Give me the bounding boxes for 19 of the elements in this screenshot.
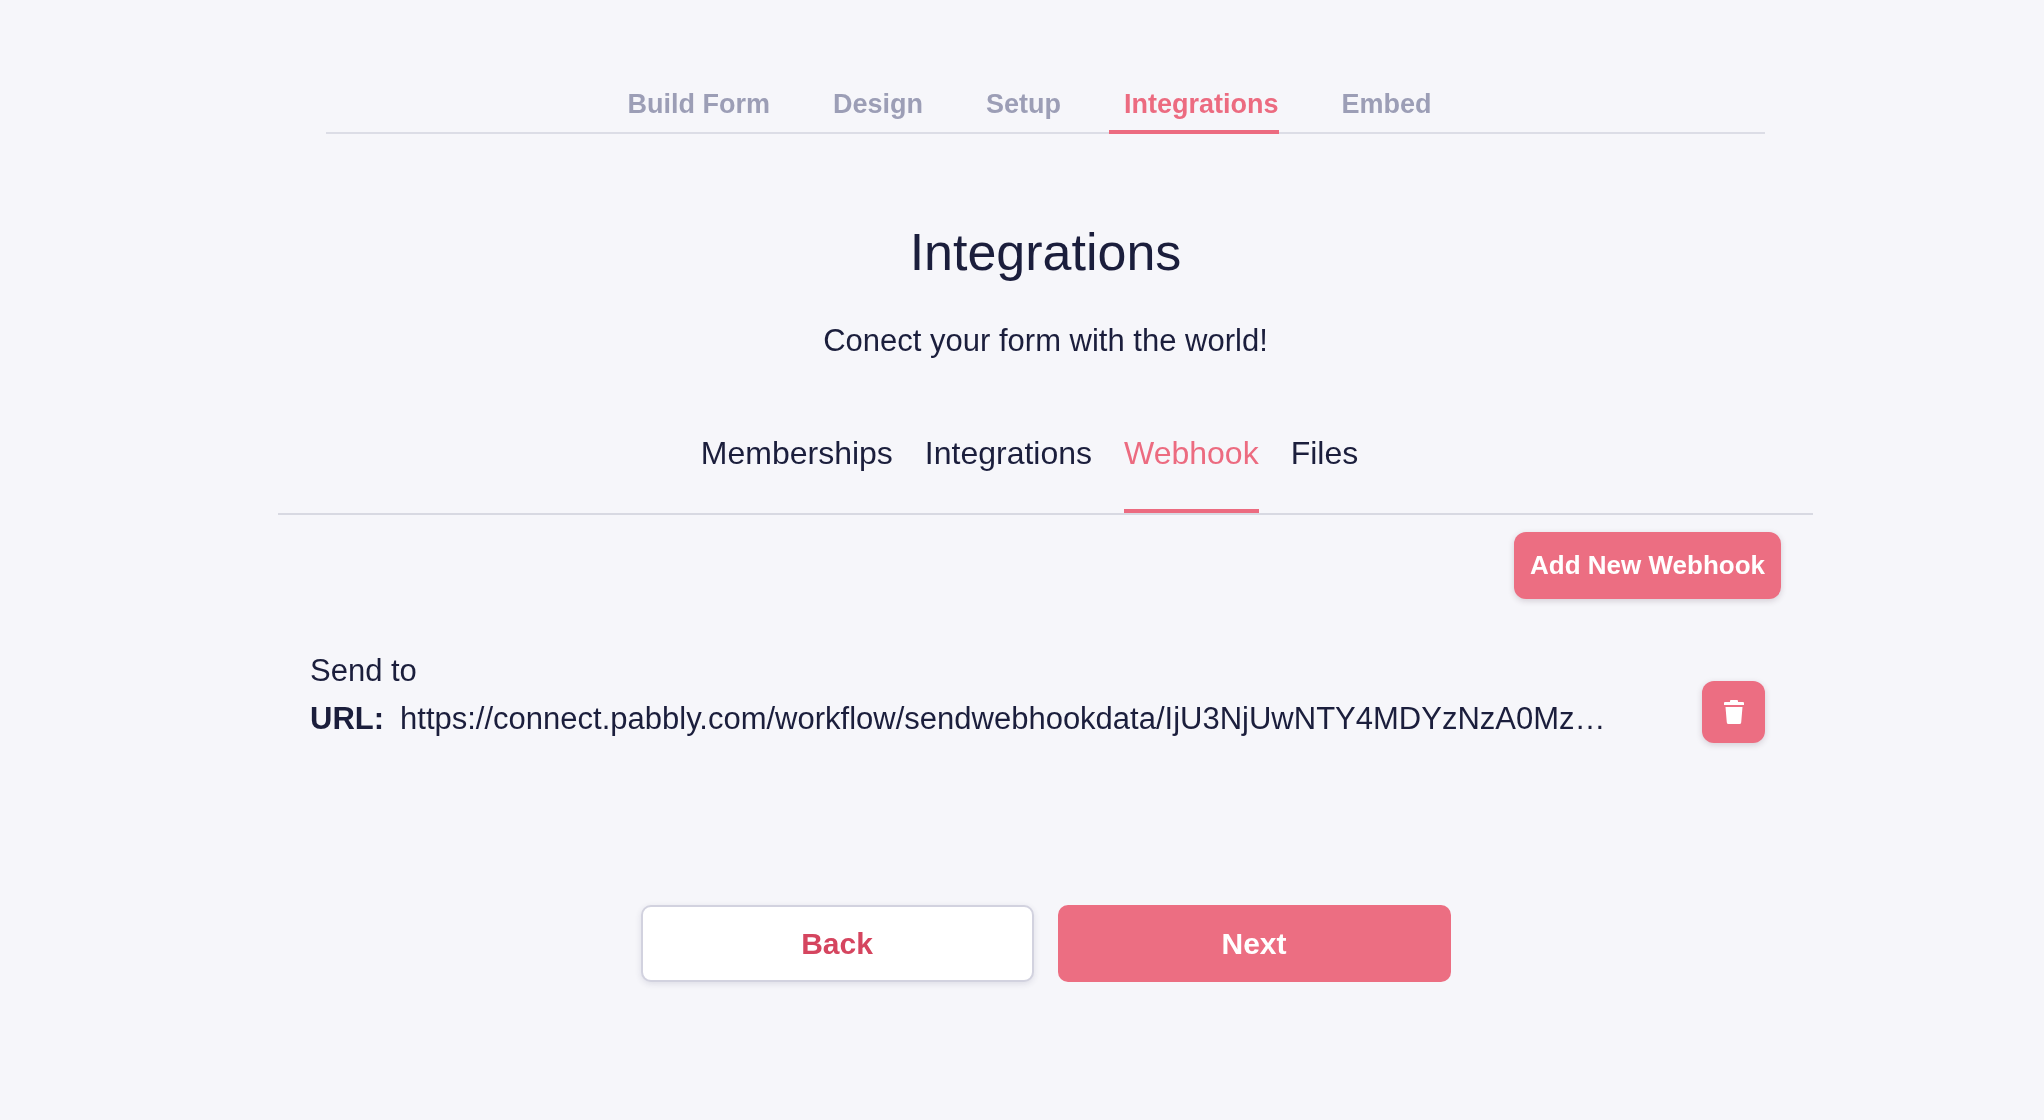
step-tab[interactable]: Setup (971, 86, 1061, 134)
step-tab[interactable]: Embed (1326, 86, 1432, 134)
url-text: https://connect.pabbly.com/workflow/sendwebhookdata/IjU3NjUwNTY4MDYzNzA0Mz… (400, 700, 1606, 738)
trash-icon (1723, 700, 1744, 724)
page-title: Integrations (909, 222, 1182, 283)
section-tab[interactable]: Webhook (1124, 433, 1259, 513)
section-tab[interactable]: Integrations (924, 433, 1093, 513)
url-label: URL: (310, 700, 385, 738)
step-tab[interactable]: Design (817, 86, 923, 134)
send-to-label: Send to (310, 652, 417, 690)
step-tab[interactable]: Integrations (1109, 86, 1279, 134)
back-button[interactable]: Back (640, 905, 1034, 982)
step-tab[interactable]: Build Form (612, 86, 770, 134)
next-button[interactable]: Next (1057, 905, 1451, 982)
page-subtitle: Conect your form with the world! (823, 322, 1268, 360)
add-webhook-button[interactable]: Add New Webhook (1514, 532, 1781, 599)
section-tab[interactable]: Files (1290, 433, 1359, 513)
delete-button[interactable] (1702, 681, 1765, 743)
section-tab[interactable]: Memberships (700, 433, 893, 513)
